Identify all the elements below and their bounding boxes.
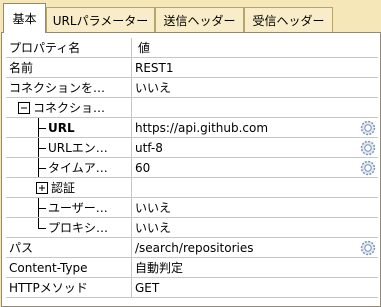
settings-button[interactable] xyxy=(359,139,377,157)
property-name: コネクショ… xyxy=(6,98,132,117)
column-header-value: 値 xyxy=(138,41,151,55)
gear-icon xyxy=(360,120,376,135)
property-row-url[interactable]: URL https://api.github.com xyxy=(6,118,378,138)
property-value xyxy=(132,178,378,197)
property-name: Content-Type xyxy=(6,258,132,277)
property-grid: プロパティ名 値 名前 REST1 コネクションを… いいえ コネクショ… UR… xyxy=(6,38,378,298)
property-row-url-encoding[interactable]: URLエン… utf-8 xyxy=(6,138,378,158)
tree-branch-line xyxy=(34,198,48,217)
grid-header: プロパティ名 値 xyxy=(6,38,378,58)
property-row-user[interactable]: ユーザー… いいえ xyxy=(6,198,378,218)
property-name: タイムア… xyxy=(6,158,132,177)
property-value[interactable]: utf-8 xyxy=(132,138,359,157)
settings-button[interactable] xyxy=(359,239,377,257)
property-value[interactable]: いいえ xyxy=(132,218,378,237)
property-value[interactable]: /search/repositories xyxy=(132,238,359,257)
plus-box-icon[interactable] xyxy=(36,181,48,194)
gear-icon xyxy=(360,240,376,255)
property-value[interactable]: いいえ xyxy=(132,198,378,217)
tree-branch-line xyxy=(34,138,48,157)
tab-url-parameters[interactable]: URLパラメーター xyxy=(46,7,155,32)
property-row-http-method[interactable]: HTTPメソッド GET xyxy=(6,278,378,298)
property-row-name[interactable]: 名前 REST1 xyxy=(6,58,378,78)
property-row-auth[interactable]: 認証 xyxy=(6,178,378,198)
property-row-content-type[interactable]: Content-Type 自動判定 xyxy=(6,258,378,278)
tree-branch-line xyxy=(34,118,48,137)
property-row-connection-group[interactable]: コネクショ… xyxy=(6,98,378,118)
property-name: HTTPメソッド xyxy=(6,278,132,297)
property-row-path[interactable]: パス /search/repositories xyxy=(6,238,378,258)
tab-request-headers[interactable]: 送信ヘッダー xyxy=(155,7,244,32)
property-name: プロキシ… xyxy=(6,218,132,237)
property-row-connection-reuse[interactable]: コネクションを… いいえ xyxy=(6,78,378,98)
property-value[interactable]: いいえ xyxy=(132,78,378,97)
property-name-label: 認証 xyxy=(51,181,76,195)
property-name-label: URLエン… xyxy=(48,141,108,155)
property-name-label: タイムア… xyxy=(48,161,108,175)
property-value[interactable]: REST1 xyxy=(132,58,378,77)
tree-branch-line xyxy=(34,218,48,237)
property-value[interactable]: https://api.github.com xyxy=(132,118,359,137)
property-name: URLエン… xyxy=(6,138,132,157)
property-name: URL xyxy=(6,118,132,137)
property-name-label: URL xyxy=(48,120,75,135)
property-row-timeout[interactable]: タイムア… 60 xyxy=(6,158,378,178)
tree-branch-line xyxy=(34,158,48,177)
property-value[interactable]: 自動判定 xyxy=(132,258,378,277)
tab-response-headers[interactable]: 受信ヘッダー xyxy=(244,7,333,32)
column-header-property-name: プロパティ名 xyxy=(6,38,132,57)
property-name: 名前 xyxy=(6,58,132,77)
settings-button[interactable] xyxy=(359,159,377,177)
tab-bar: 基本 URLパラメーター 送信ヘッダー 受信ヘッダー xyxy=(0,0,381,33)
property-name: コネクションを… xyxy=(6,78,132,97)
property-value[interactable]: 60 xyxy=(132,158,359,177)
property-name-label: プロキシ… xyxy=(48,221,109,235)
gear-icon xyxy=(360,140,376,155)
property-name: ユーザー… xyxy=(6,198,132,217)
property-value[interactable]: GET xyxy=(132,278,378,297)
settings-button[interactable] xyxy=(359,119,377,137)
property-name-label: コネクショ… xyxy=(33,101,106,115)
property-panel: プロパティ名 値 名前 REST1 コネクションを… いいえ コネクショ… UR… xyxy=(1,32,381,307)
property-name-label: ユーザー… xyxy=(48,201,108,215)
minus-box-icon[interactable] xyxy=(18,101,30,114)
gear-icon xyxy=(360,160,376,175)
property-name: 認証 xyxy=(6,178,132,197)
property-value xyxy=(132,98,378,117)
property-name: パス xyxy=(6,238,132,257)
tab-basic[interactable]: 基本 xyxy=(3,3,46,33)
property-row-proxy[interactable]: プロキシ… いいえ xyxy=(6,218,378,238)
